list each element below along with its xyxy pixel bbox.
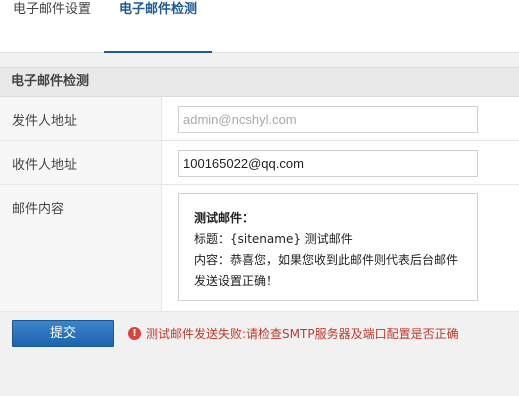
content-subject-line: 标题：{sitename} 测试邮件 [194,232,353,246]
tab-email-test[interactable]: 电子邮件检测 [104,0,212,53]
content-body-line1: 内容：恭喜您，如果您收到此邮件则代表后台邮件 [194,253,459,267]
content-label-cell: 邮件内容 [0,185,162,311]
content-body-line2: 发送设置正确！ [194,274,279,288]
content-label: 邮件内容 [12,202,65,217]
content-row: 邮件内容 测试邮件： 标题：{sitename} 测试邮件 内容：恭喜您，如果您… [0,185,519,312]
email-content-preview: 测试邮件： 标题：{sitename} 测试邮件 内容：恭喜您，如果您收到此邮件… [178,193,478,301]
submit-button[interactable]: 提交 [12,320,114,347]
tab-email-test-label: 电子邮件检测 [118,2,197,17]
recipient-label-cell: 收件人地址 [0,141,162,184]
tab-email-settings[interactable]: 电子邮件设置 [0,0,104,52]
recipient-label: 收件人地址 [12,158,78,173]
recipient-row: 收件人地址 [0,141,519,185]
sender-label-cell: 发件人地址 [0,97,162,140]
email-test-page: 电子邮件设置 电子邮件检测 电子邮件检测 发件人地址 收件人地址 邮件内容 测试 [0,0,519,396]
recipient-address-input[interactable] [178,150,478,177]
sender-label: 发件人地址 [12,114,78,129]
section-title: 电子邮件检测 [0,67,519,97]
sender-row: 发件人地址 [0,97,519,141]
tab-bar: 电子邮件设置 电子邮件检测 [0,0,519,53]
email-test-form: 发件人地址 收件人地址 邮件内容 测试邮件： 标题：{sitename} 测试邮… [0,97,519,312]
error-message: ! 测试邮件发送失败:请检查SMTP服务器及端口配置是否正确 [128,325,459,341]
sender-address-input[interactable] [178,106,478,133]
tab-email-settings-label: 电子邮件设置 [12,2,91,17]
content-title-line: 测试邮件： [194,211,255,225]
active-tab-indicator [104,51,212,53]
error-message-text: 测试邮件发送失败:请检查SMTP服务器及端口配置是否正确 [146,326,459,341]
exclamation-icon: ! [128,326,141,340]
